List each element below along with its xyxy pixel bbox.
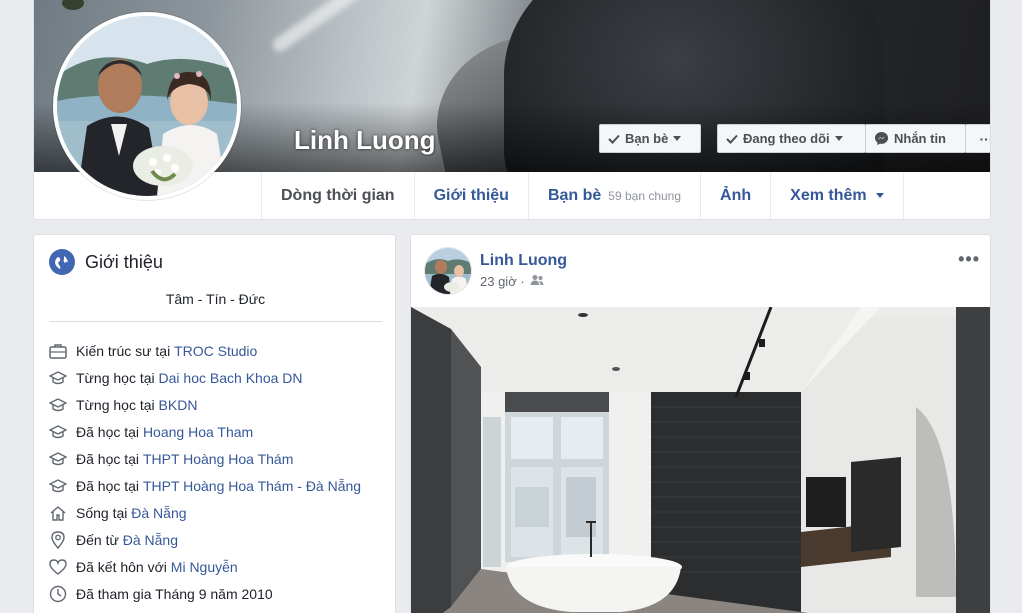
graduation-cap-icon: [48, 368, 68, 388]
intro-details-list: Kiến trúc sư tại TROC Studio Từng học tạ…: [48, 337, 361, 607]
heart-icon: [48, 557, 68, 577]
tab-photos[interactable]: Ảnh: [701, 172, 772, 219]
following-button[interactable]: Đang theo dõi: [717, 124, 866, 153]
globe-icon: [49, 249, 75, 275]
tab-photos-label: Ảnh: [720, 186, 752, 204]
following-button-label: Đang theo dõi: [743, 131, 830, 146]
more-options-label: ···: [979, 130, 991, 147]
chevron-down-icon: [673, 136, 682, 141]
intro-item-link[interactable]: THPT Hoàng Hoa Thám - Đà Nẵng: [143, 478, 361, 494]
post-photo[interactable]: [411, 307, 991, 613]
intro-item-text: Đã học tại: [76, 450, 143, 467]
friends-button-label: Bạn bè: [625, 131, 669, 146]
friends-button[interactable]: Bạn bè: [599, 124, 701, 153]
profile-header: Linh Luong Bạn bè Đang theo dõi Nhắn tin…: [33, 0, 991, 220]
graduation-cap-icon: [48, 476, 68, 496]
message-button-label: Nhắn tin: [894, 131, 946, 146]
intro-item-text: Đến từ: [76, 531, 123, 548]
more-options-button[interactable]: ···: [965, 124, 990, 153]
intro-item-link[interactable]: THPT Hoàng Hoa Thám: [143, 451, 293, 467]
post-timestamp[interactable]: 23 giờ ·: [480, 274, 525, 289]
intro-bio: Tâm - Tín - Đức: [165, 291, 266, 307]
intro-item-education: Đã học tại THPT Hoàng Hoa Thám - Đà Nẵng: [48, 472, 361, 499]
friends-audience-icon[interactable]: [530, 274, 544, 289]
intro-item-text: Đã tham gia Tháng 9 năm 2010: [76, 585, 273, 602]
chevron-down-icon: [875, 193, 884, 198]
intro-item-education: Đã học tại Hoang Hoa Tham: [48, 418, 361, 445]
post-author-avatar[interactable]: [425, 248, 471, 294]
intro-item-link[interactable]: Đà Nẵng: [123, 532, 178, 548]
intro-item-text: Đã học tại: [76, 423, 143, 440]
messenger-icon: [874, 131, 889, 146]
intro-item-text: Từng học tại: [76, 396, 159, 413]
tab-friends-label: Bạn bè: [547, 186, 602, 204]
intro-header: Giới thiệu: [49, 249, 163, 275]
tab-timeline-label: Dòng thời gian: [281, 186, 395, 204]
intro-item-from: Đến từ Đà Nẵng: [48, 526, 361, 553]
profile-picture[interactable]: [53, 12, 241, 200]
post-card: Linh Luong 23 giờ · •••: [410, 234, 991, 613]
intro-item-joined: Đã tham gia Tháng 9 năm 2010: [48, 580, 361, 607]
intro-item-education: Đã học tại THPT Hoàng Hoa Thám: [48, 445, 361, 472]
tab-friends[interactable]: Bạn bè 59 bạn chung: [529, 172, 702, 219]
intro-card: Giới thiệu Tâm - Tín - Đức Kiến trúc sư …: [33, 234, 396, 613]
mutual-friends-count: 59 bạn chung: [608, 188, 682, 203]
chevron-down-icon: [834, 136, 843, 141]
graduation-cap-icon: [48, 395, 68, 415]
divider: [49, 321, 382, 322]
profile-tabs: Dòng thời gian Giới thiệu Bạn bè 59 bạn …: [261, 172, 904, 219]
post-author-name[interactable]: Linh Luong: [480, 252, 567, 270]
profile-name[interactable]: Linh Luong: [294, 125, 436, 156]
intro-item-education: Từng học tại Dai hoc Bach Khoa DN: [48, 364, 361, 391]
checkmark-icon: [726, 134, 738, 144]
intro-item-work: Kiến trúc sư tại TROC Studio: [48, 337, 361, 364]
home-icon: [48, 503, 68, 523]
intro-title: Giới thiệu: [85, 251, 163, 272]
intro-item-text: Đã kết hôn với: [76, 558, 171, 575]
intro-item-text: Đã học tại: [76, 477, 143, 494]
intro-item-education: Từng học tại BKDN: [48, 391, 361, 418]
intro-item-link[interactable]: Hoang Hoa Tham: [143, 424, 253, 440]
couple-photo: [57, 16, 237, 196]
briefcase-icon: [48, 341, 68, 361]
intro-item-text: Từng học tại: [76, 369, 159, 386]
intro-item-link[interactable]: TROC Studio: [174, 343, 257, 359]
intro-item-link[interactable]: Dai hoc Bach Khoa DN: [159, 370, 303, 386]
tab-about[interactable]: Giới thiệu: [415, 172, 529, 219]
intro-item-link[interactable]: BKDN: [159, 397, 198, 413]
intro-item-relationship: Đã kết hôn với Mi Nguyễn: [48, 553, 361, 580]
intro-item-text: Kiến trúc sư tại: [76, 342, 175, 359]
checkmark-icon: [608, 134, 620, 144]
clock-icon: [48, 584, 68, 604]
tab-more[interactable]: Xem thêm: [771, 172, 904, 219]
tab-about-label: Giới thiệu: [433, 186, 509, 204]
location-pin-icon: [48, 530, 68, 550]
intro-item-text: Sống tại: [76, 504, 132, 521]
cover-plant-detail: [62, 0, 84, 10]
intro-item-lives-in: Sống tại Đà Nẵng: [48, 499, 361, 526]
intro-item-link[interactable]: Mi Nguyễn: [171, 559, 238, 575]
author-avatar-photo: [425, 248, 471, 294]
post-meta: 23 giờ ·: [480, 274, 544, 289]
cover-light-streak: [269, 0, 369, 55]
tab-more-label: Xem thêm: [790, 186, 867, 204]
graduation-cap-icon: [48, 422, 68, 442]
post-options-button[interactable]: •••: [958, 249, 980, 270]
message-button[interactable]: Nhắn tin: [865, 124, 966, 153]
intro-item-link[interactable]: Đà Nẵng: [131, 505, 186, 521]
graduation-cap-icon: [48, 449, 68, 469]
tab-timeline[interactable]: Dòng thời gian: [261, 172, 415, 219]
